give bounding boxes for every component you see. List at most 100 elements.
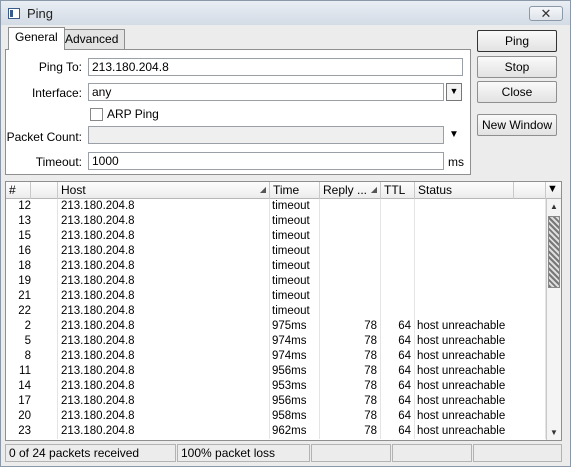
- row-host: 213.180.204.8: [58, 409, 270, 424]
- row-reply-size: [320, 244, 381, 259]
- row-time: timeout: [270, 199, 320, 214]
- row-reply-size: [320, 289, 381, 304]
- scroll-thumb[interactable]: [548, 216, 560, 288]
- row-host: 213.180.204.8: [58, 304, 270, 319]
- table-header: # Host ◢ Time Reply ... ◢ TTL Status ▼: [6, 182, 561, 199]
- row-number: 8: [6, 349, 58, 364]
- row-reply-size: 78: [320, 379, 381, 394]
- table-row[interactable]: 18 213.180.204.8 timeout: [6, 259, 546, 274]
- arp-ping-label: ARP Ping: [107, 107, 159, 121]
- row-reply-size: 78: [320, 319, 381, 334]
- row-ttl: [381, 214, 415, 229]
- row-status: host unreachable: [415, 319, 546, 334]
- table-row[interactable]: 11 213.180.204.8 956ms 78 64 host unreachable: [6, 364, 546, 379]
- table-row[interactable]: 21 213.180.204.8 timeout: [6, 289, 546, 304]
- table-row[interactable]: 14 213.180.204.8 953ms 78 64 host unreachable: [6, 379, 546, 394]
- row-number: 13: [6, 214, 58, 229]
- table-row[interactable]: 20 213.180.204.8 958ms 78 64 host unreachable: [6, 409, 546, 424]
- row-status: [415, 244, 546, 259]
- interface-select[interactable]: any: [88, 83, 444, 101]
- stop-button[interactable]: Stop: [477, 56, 557, 78]
- status-cell-empty-2: [392, 444, 472, 462]
- column-header-host[interactable]: Host ◢: [58, 182, 270, 199]
- row-time: timeout: [270, 214, 320, 229]
- table-row[interactable]: 12 213.180.204.8 timeout: [6, 199, 546, 214]
- results-table: # Host ◢ Time Reply ... ◢ TTL Status ▼ 1…: [5, 181, 562, 441]
- ping-window: Ping ✕ General Advanced Ping To: 213.180…: [0, 0, 571, 467]
- row-host: 213.180.204.8: [58, 289, 270, 304]
- row-status: host unreachable: [415, 409, 546, 424]
- row-reply-size: [320, 274, 381, 289]
- table-row[interactable]: 5 213.180.204.8 974ms 78 64 host unreachable: [6, 334, 546, 349]
- ping-button[interactable]: Ping: [477, 30, 557, 52]
- row-reply-size: [320, 259, 381, 274]
- row-ttl: [381, 304, 415, 319]
- row-host: 213.180.204.8: [58, 214, 270, 229]
- table-row[interactable]: 16 213.180.204.8 timeout: [6, 244, 546, 259]
- row-number: 5: [6, 334, 58, 349]
- packet-count-field[interactable]: [88, 126, 444, 144]
- ping-to-label: Ping To:: [38, 60, 82, 74]
- row-number: 12: [6, 199, 58, 214]
- column-menu-icon[interactable]: ▼: [547, 183, 558, 195]
- scroll-down-icon[interactable]: ▼: [548, 426, 560, 439]
- new-window-button[interactable]: New Window: [477, 114, 557, 136]
- vertical-scrollbar[interactable]: ▲ ▼: [546, 199, 561, 440]
- tab-general[interactable]: General: [8, 27, 65, 50]
- chevron-down-icon: ▼: [449, 86, 459, 96]
- tab-advanced[interactable]: Advanced: [58, 29, 126, 49]
- table-row[interactable]: 8 213.180.204.8 974ms 78 64 host unreachable: [6, 349, 546, 364]
- row-time: 953ms: [270, 379, 320, 394]
- row-status: host unreachable: [415, 424, 546, 439]
- column-header-number[interactable]: #: [6, 182, 31, 199]
- table-row[interactable]: 13 213.180.204.8 timeout: [6, 214, 546, 229]
- row-host: 213.180.204.8: [58, 394, 270, 409]
- arp-ping-checkbox[interactable]: [90, 108, 103, 121]
- row-time: timeout: [270, 289, 320, 304]
- table-row[interactable]: 2 213.180.204.8 975ms 78 64 host unreachable: [6, 319, 546, 334]
- reply-header-label: Reply ...: [323, 183, 368, 197]
- row-host: 213.180.204.8: [58, 244, 270, 259]
- row-reply-size: [320, 199, 381, 214]
- row-number: 2: [6, 319, 58, 334]
- row-status: [415, 214, 546, 229]
- row-status: host unreachable: [415, 379, 546, 394]
- row-time: 956ms: [270, 364, 320, 379]
- row-number: 11: [6, 364, 58, 379]
- row-number: 16: [6, 244, 58, 259]
- row-ttl: [381, 259, 415, 274]
- column-header-time[interactable]: Time: [270, 182, 320, 199]
- row-host: 213.180.204.8: [58, 364, 270, 379]
- row-status: [415, 274, 546, 289]
- close-window-button[interactable]: ✕: [529, 6, 563, 21]
- table-row[interactable]: 15 213.180.204.8 timeout: [6, 229, 546, 244]
- status-bar: 0 of 24 packets received 100% packet los…: [5, 444, 562, 462]
- row-ttl: [381, 244, 415, 259]
- row-time: timeout: [270, 244, 320, 259]
- table-row[interactable]: 23 213.180.204.8 962ms 78 64 host unreachable: [6, 424, 546, 439]
- table-row[interactable]: 17 213.180.204.8 956ms 78 64 host unreachable: [6, 394, 546, 409]
- row-number: 20: [6, 409, 58, 424]
- table-body: 12 213.180.204.8 timeout 13 213.180.204.8 tim…: [6, 199, 546, 439]
- packet-count-label: Packet Count:: [6, 130, 82, 144]
- column-header-status[interactable]: Status: [415, 182, 514, 199]
- column-header-ttl[interactable]: TTL: [381, 182, 415, 199]
- table-row[interactable]: 19 213.180.204.8 timeout: [6, 274, 546, 289]
- row-number: 22: [6, 304, 58, 319]
- close-button[interactable]: Close: [477, 81, 557, 103]
- timeout-label: Timeout:: [35, 155, 82, 169]
- row-status: [415, 199, 546, 214]
- packet-count-dropdown-icon[interactable]: ▼: [449, 129, 459, 140]
- packets-received-status: 0 of 24 packets received: [5, 444, 176, 462]
- row-host: 213.180.204.8: [58, 424, 270, 439]
- table-row[interactable]: 22 213.180.204.8 timeout: [6, 304, 546, 319]
- row-number: 18: [6, 259, 58, 274]
- ping-to-field[interactable]: 213.180.204.8: [88, 58, 463, 76]
- title-bar[interactable]: Ping ✕: [1, 1, 570, 25]
- column-header-reply-size[interactable]: Reply ... ◢: [320, 182, 381, 199]
- timeout-field[interactable]: 1000: [88, 152, 444, 170]
- column-header-flags[interactable]: [31, 182, 58, 199]
- row-reply-size: 78: [320, 349, 381, 364]
- interface-dropdown-button[interactable]: ▼: [446, 83, 462, 101]
- scroll-up-icon[interactable]: ▲: [548, 200, 560, 213]
